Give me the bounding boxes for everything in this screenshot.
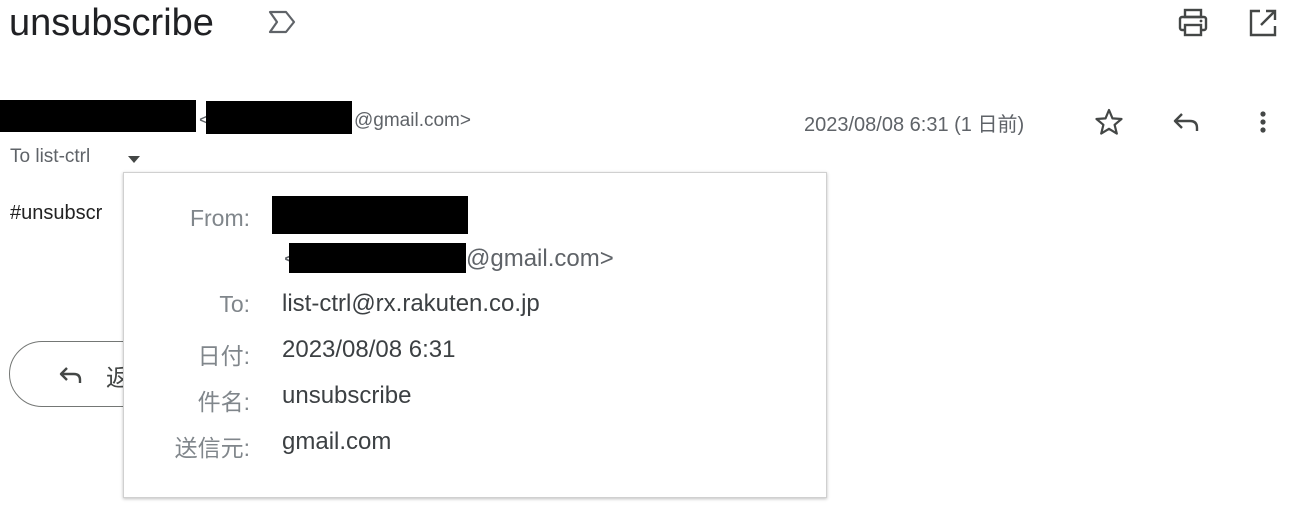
print-icon[interactable] bbox=[1176, 6, 1210, 40]
redacted-from-name bbox=[272, 196, 468, 234]
mailed-by-label: 送信元: bbox=[174, 435, 250, 461]
reply-icon[interactable] bbox=[1170, 106, 1202, 138]
sender-details-popup: From: < @gmail.com> To: list-ctrl@rx.rak… bbox=[123, 172, 827, 498]
star-outline-icon[interactable] bbox=[1093, 106, 1125, 138]
redacted-from-address bbox=[289, 243, 466, 273]
to-value: list-ctrl@rx.rakuten.co.jp bbox=[282, 290, 540, 317]
more-vert-icon[interactable] bbox=[1252, 106, 1274, 138]
email-date: 2023/08/08 6:31 (1 日前) bbox=[804, 114, 1025, 136]
from-address-domain: @gmail.com> bbox=[466, 245, 614, 272]
email-view: unsubscribe < @gmail.com> 2023/08/08 6:3… bbox=[0, 0, 1300, 518]
sender-address-domain: @gmail.com> bbox=[354, 110, 471, 131]
recipient-summary[interactable]: To list-ctrl bbox=[10, 146, 90, 168]
mailed-by-value: gmail.com bbox=[282, 428, 392, 455]
to-label: To: bbox=[219, 291, 250, 317]
subject-value: unsubscribe bbox=[282, 382, 412, 409]
sender-row: < @gmail.com> 2023/08/08 6:31 (1 日前) bbox=[0, 100, 1300, 136]
email-body: #unsubscr bbox=[10, 202, 103, 224]
date-label: 日付: bbox=[197, 343, 250, 369]
subject-label: 件名: bbox=[197, 389, 250, 415]
redacted-sender-address bbox=[206, 101, 352, 134]
email-subject: unsubscribe bbox=[9, 2, 214, 44]
chevron-down-icon[interactable] bbox=[126, 153, 142, 165]
redacted-sender-name bbox=[0, 100, 196, 132]
from-label: From: bbox=[189, 205, 250, 231]
reply-icon bbox=[59, 367, 82, 383]
open-in-new-icon[interactable] bbox=[1246, 6, 1280, 40]
label-important-outline-icon[interactable] bbox=[266, 8, 298, 36]
date-value: 2023/08/08 6:31 bbox=[282, 336, 456, 363]
